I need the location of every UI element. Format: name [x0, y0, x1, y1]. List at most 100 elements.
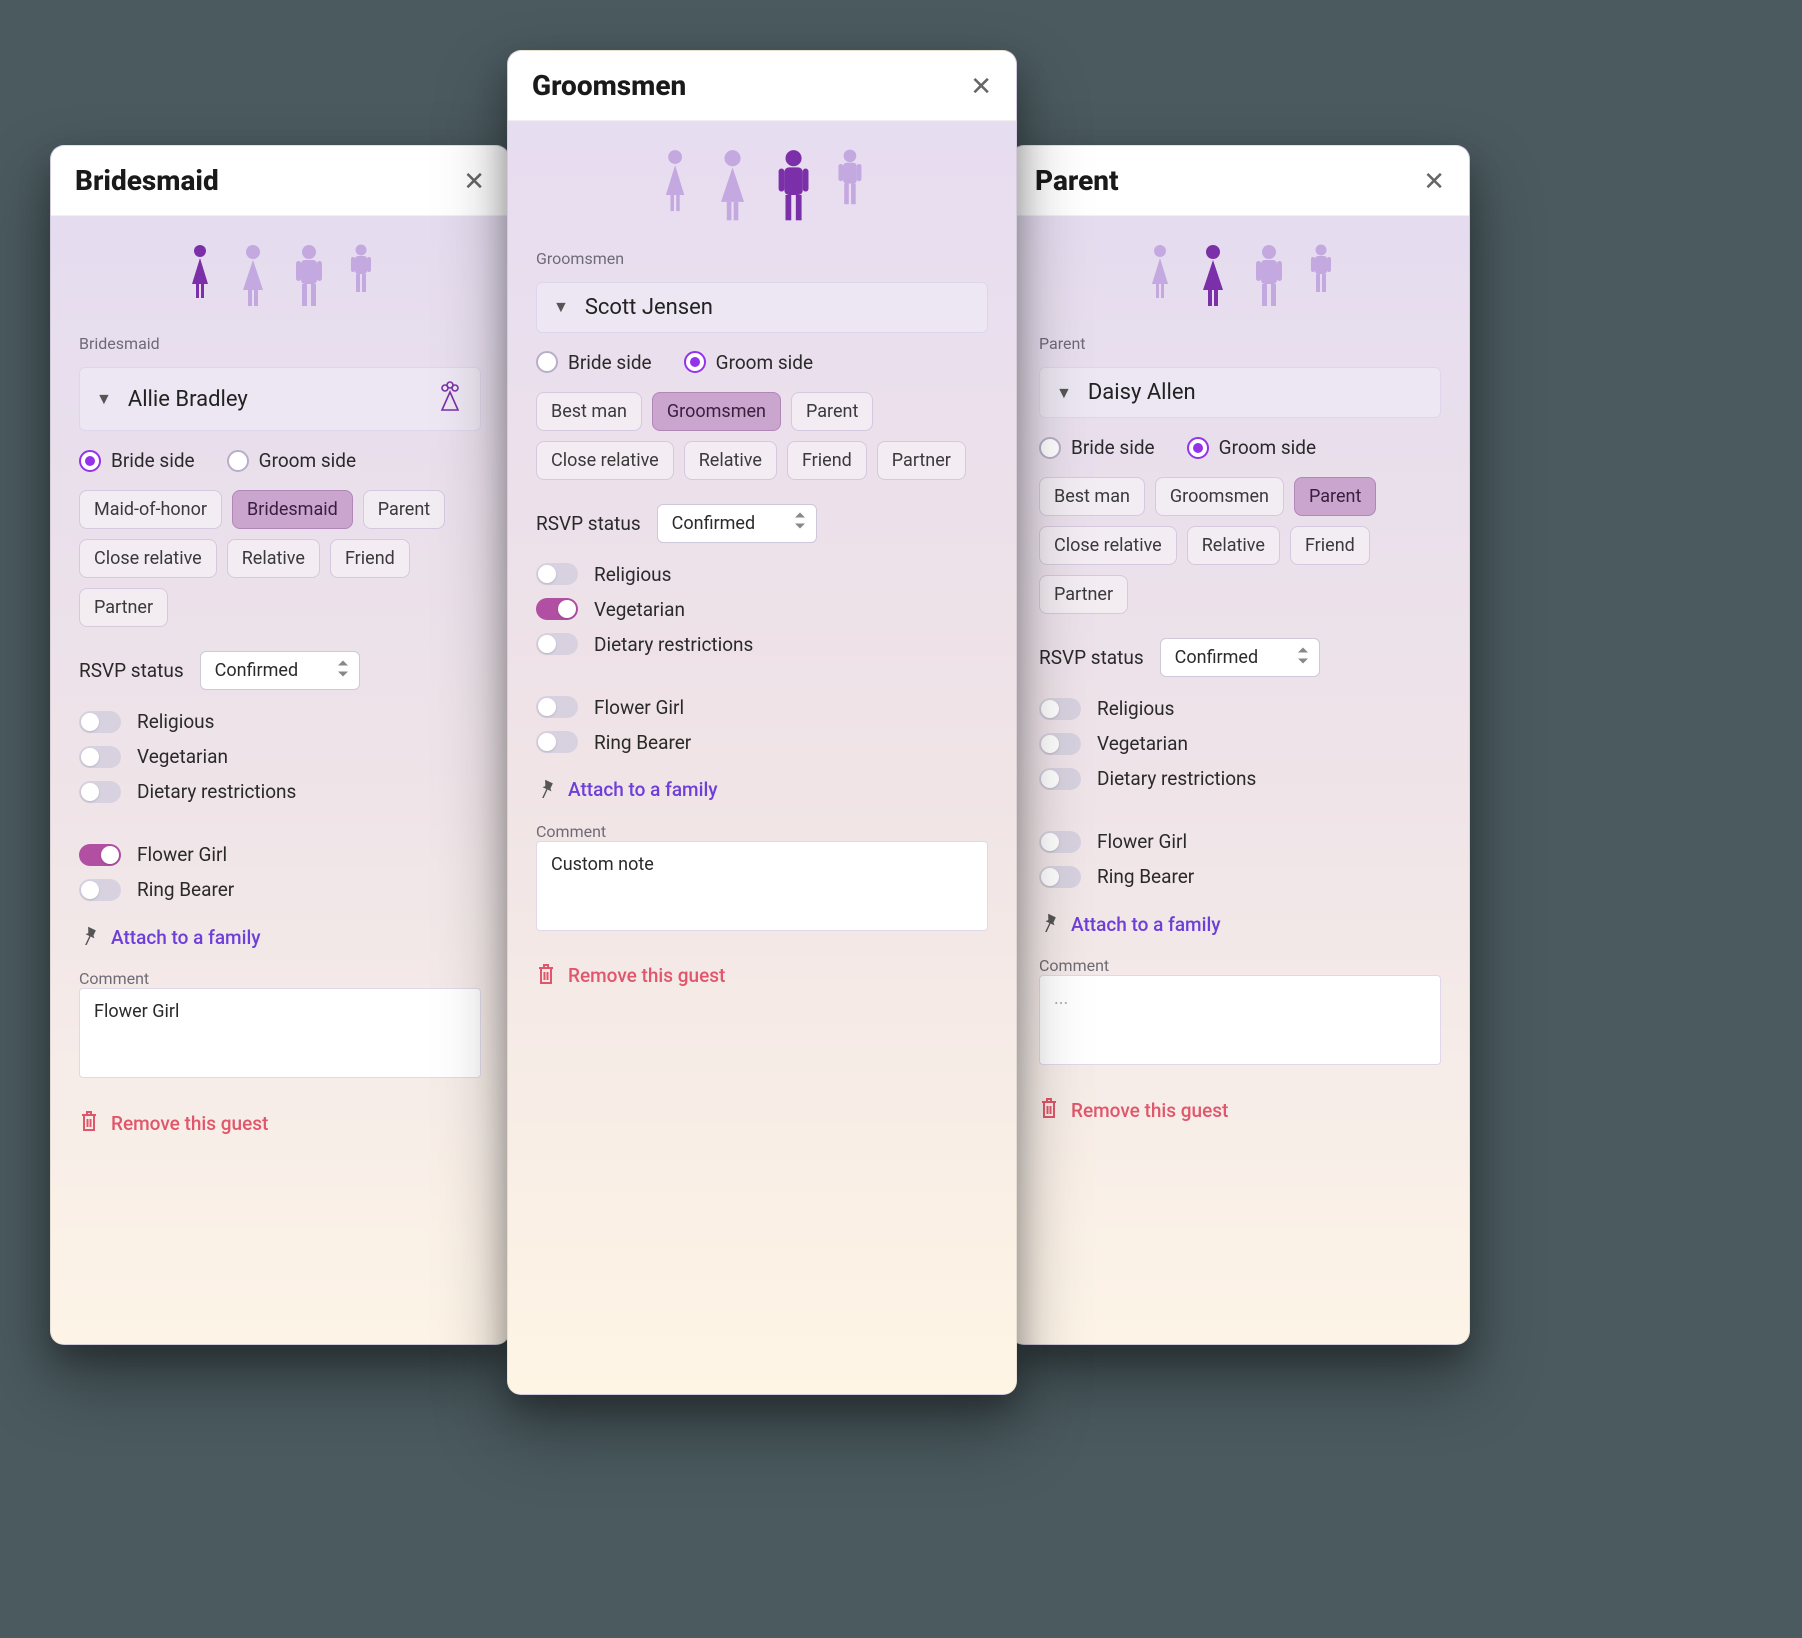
vegetarian-toggle-label: Vegetarian	[594, 598, 685, 621]
groom-side-radio[interactable]: Groom side	[684, 351, 813, 374]
bride-side-radio[interactable]: Bride side	[536, 351, 652, 374]
attach-family-link[interactable]: Attach to a family	[79, 925, 481, 949]
flower-girl-toggle[interactable]	[1039, 831, 1081, 853]
flower-girl-toggle[interactable]	[536, 696, 578, 718]
card-body: Bridesmaid ▼Allie Bradley Bride side Groom …	[51, 216, 509, 1344]
close-icon[interactable]: ✕	[1423, 168, 1445, 194]
person-woman-icon[interactable]	[713, 149, 752, 227]
person-girl-icon[interactable]	[186, 244, 214, 312]
guest-card-right: Parent✕Parent▼Daisy AllenBride sideGroom…	[1010, 145, 1470, 1345]
ring-bearer-toggle[interactable]	[536, 731, 578, 753]
role-chip[interactable]: Friend	[1290, 526, 1370, 565]
attach-family-link[interactable]: Attach to a family	[1039, 912, 1441, 936]
role-chip[interactable]: Relative	[684, 441, 777, 480]
bride-side-radio[interactable]: Bride side	[79, 449, 195, 472]
comment-label: Comment	[536, 822, 988, 841]
role-chip[interactable]: Close relative	[79, 539, 217, 578]
flower-girl-toggle-row: Flower Girl	[1039, 830, 1441, 853]
remove-guest-button[interactable]: Remove this guest	[536, 963, 988, 989]
role-chip[interactable]: Best man	[1039, 477, 1145, 516]
dietary-toggle[interactable]	[536, 633, 578, 655]
remove-guest-button[interactable]: Remove this guest	[79, 1110, 481, 1136]
person-girl-icon[interactable]	[1146, 244, 1174, 312]
person-boy-icon[interactable]	[835, 149, 865, 227]
religious-toggle[interactable]	[79, 711, 121, 733]
bride-side-radio[interactable]: Bride side	[1039, 436, 1155, 459]
person-girl-icon[interactable]	[659, 149, 691, 227]
close-icon[interactable]: ✕	[463, 168, 485, 194]
vegetarian-toggle[interactable]	[1039, 733, 1081, 755]
vegetarian-toggle-row: Vegetarian	[79, 745, 481, 768]
chevron-down-icon: ▼	[96, 389, 112, 409]
ring-bearer-toggle[interactable]	[1039, 866, 1081, 888]
person-man-icon[interactable]	[1252, 244, 1286, 312]
person-man-icon[interactable]	[292, 244, 326, 312]
vegetarian-toggle[interactable]	[79, 746, 121, 768]
attach-family-link[interactable]: Attach to a family	[536, 778, 988, 802]
guest-name-select[interactable]: ▼Allie Bradley	[79, 367, 481, 431]
role-chip[interactable]: Close relative	[1039, 526, 1177, 565]
comment-section: CommentFlower Girl	[79, 969, 481, 1082]
card-title: Parent	[1035, 164, 1119, 197]
groom-side-radio[interactable]: Groom side	[227, 449, 356, 472]
vegetarian-toggle[interactable]	[536, 598, 578, 620]
rsvp-label: RSVP status	[1039, 646, 1144, 669]
person-woman-icon[interactable]	[1196, 244, 1230, 312]
role-chip[interactable]: Friend	[330, 539, 410, 578]
religious-toggle-label: Religious	[594, 563, 671, 586]
guest-card-left: Bridesmaid✕Bridesmaid▼Allie BradleyBride…	[50, 145, 510, 1345]
bouquet-icon	[436, 380, 464, 418]
role-chip[interactable]: Relative	[1187, 526, 1280, 565]
role-chip[interactable]: Partner	[1039, 575, 1128, 614]
ring-bearer-toggle-label: Ring Bearer	[137, 878, 234, 901]
close-icon[interactable]: ✕	[970, 73, 992, 99]
role-chip[interactable]: Parent	[363, 490, 445, 529]
side-radio-group: Bride side Groom side	[79, 449, 481, 472]
card-body: Groomsmen ▼Scott Jensen Bride side Groom si…	[508, 121, 1016, 1394]
ring-bearer-toggle[interactable]	[79, 879, 121, 901]
rsvp-row: RSVP statusConfirmed	[536, 504, 988, 543]
rsvp-select[interactable]: Confirmed	[1160, 638, 1320, 677]
role-chip[interactable]: Best man	[536, 392, 642, 431]
comment-section: CommentCustom note	[536, 822, 988, 935]
religious-toggle[interactable]	[1039, 698, 1081, 720]
role-chip[interactable]: Groomsmen	[1155, 477, 1284, 516]
religious-toggle-row: Religious	[536, 563, 988, 586]
vegetarian-toggle-label: Vegetarian	[137, 745, 228, 768]
role-chip[interactable]: Parent	[1294, 477, 1376, 516]
dietary-toggle[interactable]	[1039, 768, 1081, 790]
role-chip[interactable]: Maid-of-honor	[79, 490, 222, 529]
comment-input[interactable]: Flower Girl	[79, 988, 481, 1078]
attach-label: Attach to a family	[1071, 913, 1221, 936]
religious-toggle-label: Religious	[1097, 697, 1174, 720]
role-chip[interactable]: Partner	[877, 441, 966, 480]
person-boy-icon[interactable]	[1308, 244, 1334, 312]
comment-input[interactable]	[1039, 975, 1441, 1065]
guest-name-select[interactable]: ▼Daisy Allen	[1039, 367, 1441, 418]
flower-girl-toggle[interactable]	[79, 844, 121, 866]
rsvp-select[interactable]: Confirmed	[200, 651, 360, 690]
religious-toggle-label: Religious	[137, 710, 214, 733]
comment-input[interactable]: Custom note	[536, 841, 988, 931]
person-man-icon[interactable]	[774, 149, 813, 227]
ring-bearer-toggle-row: Ring Bearer	[536, 731, 988, 754]
groom-side-radio[interactable]: Groom side	[1187, 436, 1316, 459]
role-chip[interactable]: Friend	[787, 441, 867, 480]
role-chip[interactable]: Bridesmaid	[232, 490, 353, 529]
card-title: Bridesmaid	[75, 164, 219, 197]
religious-toggle-row: Religious	[1039, 697, 1441, 720]
person-boy-icon[interactable]	[348, 244, 374, 312]
comment-label: Comment	[79, 969, 481, 988]
dietary-toggle[interactable]	[79, 781, 121, 803]
religious-toggle[interactable]	[536, 563, 578, 585]
role-chip[interactable]: Parent	[791, 392, 873, 431]
role-chip[interactable]: Relative	[227, 539, 320, 578]
remove-guest-button[interactable]: Remove this guest	[1039, 1097, 1441, 1123]
select-caret-icon	[337, 660, 349, 681]
guest-name-select[interactable]: ▼Scott Jensen	[536, 282, 988, 333]
role-chip[interactable]: Groomsmen	[652, 392, 781, 431]
role-chip[interactable]: Close relative	[536, 441, 674, 480]
rsvp-select[interactable]: Confirmed	[657, 504, 817, 543]
role-chip[interactable]: Partner	[79, 588, 168, 627]
person-woman-icon[interactable]	[236, 244, 270, 312]
